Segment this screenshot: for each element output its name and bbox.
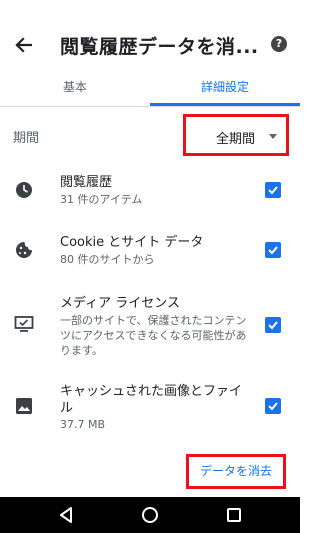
clock-icon [16,182,32,198]
cookie-icon [16,242,32,258]
media-license-row[interactable]: メディア ライセンス 一部のサイトで、保護されたコンテンツにアクセスできなくなる… [0,293,300,359]
system-nav-bar [0,497,300,533]
history-row[interactable]: 閲覧履歴 31 件のアイテム [0,172,300,212]
media-license-title: メディア ライセンス [60,296,180,311]
media-license-subtitle: 一部のサイトで、保護されたコンテンツにアクセスできなくなる可能性があります。 [60,314,247,357]
tab-advanced[interactable]: 詳細設定 [150,70,300,104]
tab-indicator [150,103,300,106]
nav-back-icon[interactable] [58,506,74,524]
tab-bar: 基本 詳細設定 [0,70,300,107]
cache-subtitle: 37.7 MB [60,418,106,431]
history-subtitle: 31 件のアイテム [60,193,143,206]
media-license-checkbox[interactable] [265,317,281,333]
clear-data-button[interactable]: データを消去 [186,454,286,489]
cookies-row[interactable]: Cookie とサイト データ 80 件のサイトから [0,231,300,271]
cache-row[interactable]: キャッシュされた画像とファイル 37.7 MB [0,381,300,433]
back-button[interactable] [10,34,36,56]
checkmark-icon [268,321,278,330]
cache-title: キャッシュされた画像とファイル [60,384,243,416]
period-label: 期間 [13,131,40,146]
nav-recents-icon[interactable] [226,507,242,523]
cookies-checkbox[interactable] [265,242,281,258]
cookies-title: Cookie とサイト データ [60,235,204,250]
tab-basic[interactable]: 基本 [0,70,150,104]
page-title: 閲覧履歴データを消... [60,36,259,58]
arrow-back-icon [15,37,32,53]
cookies-subtitle: 80 件のサイトから [60,253,155,266]
checkmark-icon [268,402,278,411]
history-title: 閲覧履歴 [60,175,113,190]
image-icon [16,398,32,414]
help-icon[interactable]: ? [271,36,287,52]
dropdown-arrow-icon [269,134,277,139]
cache-checkbox[interactable] [265,398,281,414]
checkmark-icon [268,186,278,195]
media-license-icon [14,316,34,332]
period-value: 全期間 [216,132,256,147]
period-dropdown[interactable]: 全期間 [183,114,289,156]
checkmark-icon [268,246,278,255]
nav-home-icon[interactable] [140,505,160,525]
history-checkbox[interactable] [265,182,281,198]
